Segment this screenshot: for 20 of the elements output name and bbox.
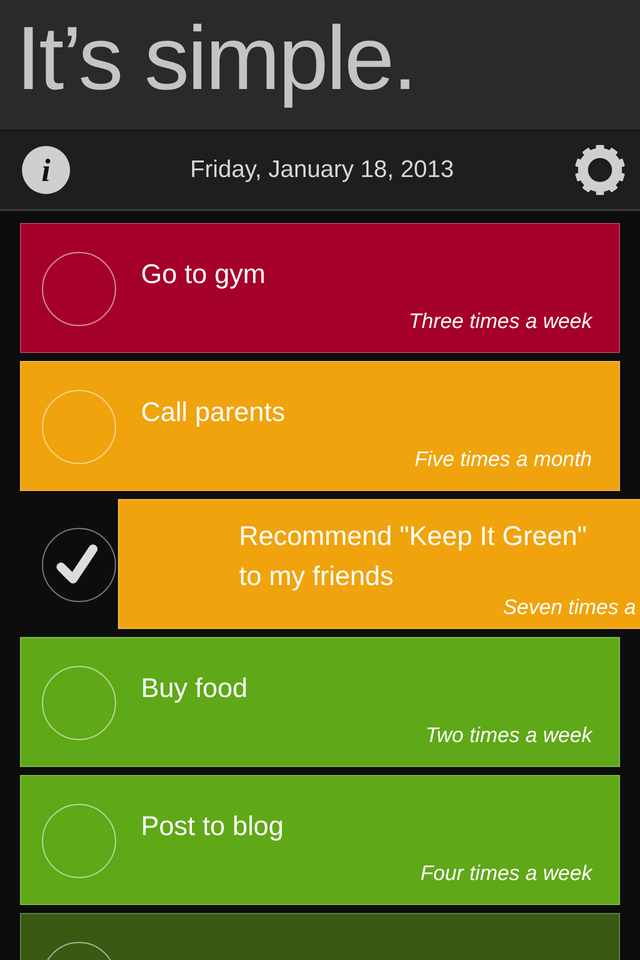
task-title: Post to blog [141, 810, 285, 843]
checkbox[interactable] [41, 527, 117, 603]
task-frequency: Five times a month [414, 448, 592, 472]
task-title: Buy food [141, 672, 249, 705]
task-frequency: Three times a week [408, 310, 592, 334]
date-label: Friday, January 18, 2013 [190, 156, 454, 184]
info-button[interactable]: i [22, 146, 70, 194]
settings-icon[interactable] [574, 144, 626, 196]
task-title: Call parents [141, 396, 286, 429]
task-title: Go to gym [141, 258, 267, 291]
task-frequency: Two times a week [426, 724, 592, 748]
app-title: It’s simple. [15, 8, 416, 111]
task-frequency: Four times a week [420, 862, 592, 886]
task-card[interactable]: Post to blog Four times a week [20, 775, 620, 905]
task-frequency: Seven times a [502, 596, 636, 620]
task-card[interactable]: Go to gym Three times a week [20, 223, 620, 353]
task-card[interactable]: Buy food Two times a week [20, 637, 620, 767]
task-card[interactable]: Recommend "Keep It Green" to my friends Seven times a [118, 499, 640, 629]
task-title: Recommend "Keep It Green" to my friends [239, 520, 588, 593]
task-card[interactable]: Call parents Five times a month [20, 361, 620, 491]
